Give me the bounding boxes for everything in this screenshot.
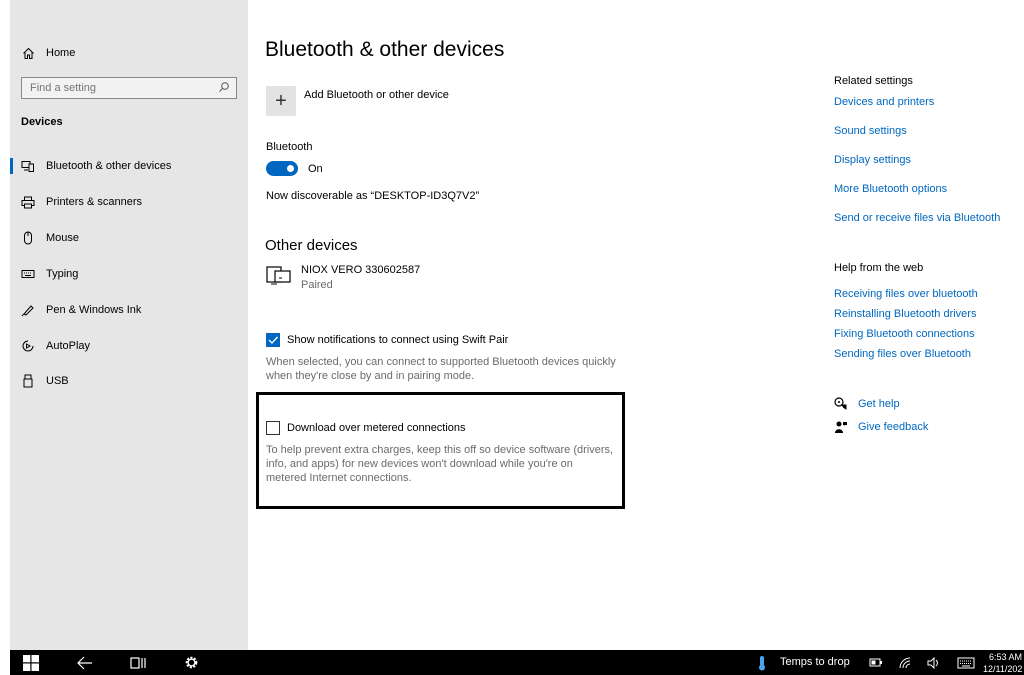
battery-icon[interactable] <box>867 650 885 675</box>
sidebar-item-pen[interactable]: Pen & Windows Ink <box>10 295 248 325</box>
help-heading: Help from the web <box>834 262 924 274</box>
home-icon <box>21 46 35 60</box>
metered-desc-line: info, and apps) for new devices won't do… <box>266 458 573 470</box>
device-name[interactable]: NIOX VERO 330602587 <box>301 264 420 276</box>
pen-icon <box>21 303 35 317</box>
sidebar-item-label: Mouse <box>46 232 80 244</box>
sidebar-item-usb[interactable]: USB <box>10 366 248 396</box>
metered-label[interactable]: Download over metered connections <box>287 422 466 434</box>
taskbar: Temps to drop 6:53 AM 12/11/202 <box>10 650 1024 675</box>
sidebar-item-mouse[interactable]: Mouse <box>10 223 248 253</box>
printer-icon <box>21 195 35 209</box>
sidebar-item-label: USB <box>46 375 69 387</box>
sidebar-item-label: Pen & Windows Ink <box>46 304 142 316</box>
link-send-receive-files[interactable]: Send or receive files via Bluetooth <box>834 212 1000 224</box>
sidebar-item-printers[interactable]: Printers & scanners <box>10 187 248 217</box>
sidebar-item-typing[interactable]: Typing <box>10 259 248 289</box>
device-icon <box>266 264 292 291</box>
home-label: Home <box>46 47 76 59</box>
sidebar-item-autoplay[interactable]: AutoPlay <box>10 331 248 361</box>
touch-keyboard-icon[interactable] <box>955 650 977 675</box>
bluetooth-toggle[interactable] <box>266 161 298 176</box>
start-windows-icon[interactable] <box>20 650 42 675</box>
sidebar-item-label: Bluetooth & other devices <box>46 160 172 172</box>
clock-time[interactable]: 6:53 AM <box>989 652 1022 662</box>
checkmark-icon <box>268 336 279 345</box>
link-devices-and-printers[interactable]: Devices and printers <box>834 96 934 108</box>
search-icon[interactable] <box>218 81 230 96</box>
swift-pair-desc-line: when they're close by and in pairing mod… <box>266 370 475 382</box>
metered-desc-line: To help prevent extra charges, keep this… <box>266 444 614 456</box>
give-feedback-link[interactable]: Give feedback <box>858 421 928 433</box>
link-receiving-files[interactable]: Receiving files over bluetooth <box>834 288 978 300</box>
sidebar-item-label: Typing <box>46 268 79 280</box>
usb-icon <box>21 374 35 388</box>
related-settings-heading: Related settings <box>834 75 913 87</box>
thermometer-icon[interactable] <box>754 650 770 675</box>
search-box[interactable] <box>21 77 237 99</box>
page-title: Bluetooth & other devices <box>265 38 505 61</box>
sidebar-item-label: AutoPlay <box>46 340 91 352</box>
weather-text[interactable]: Temps to drop <box>780 656 850 668</box>
get-help-link[interactable]: Get help <box>858 398 900 410</box>
swift-pair-label[interactable]: Show notifications to connect using Swif… <box>287 334 508 346</box>
link-sound-settings[interactable]: Sound settings <box>834 125 907 137</box>
search-input[interactable] <box>22 81 212 95</box>
window-edge <box>0 0 10 650</box>
sidebar-item-label: Printers & scanners <box>46 196 142 208</box>
device-status: Paired <box>301 279 333 291</box>
task-view-icon[interactable] <box>126 650 150 675</box>
bluetooth-label: Bluetooth <box>266 141 313 153</box>
add-device-button[interactable]: + <box>266 86 296 116</box>
metered-desc-line: metered Internet connections. <box>266 472 412 484</box>
add-device-label[interactable]: Add Bluetooth or other device <box>304 89 449 101</box>
other-devices-heading: Other devices <box>265 237 358 254</box>
link-sending-files[interactable]: Sending files over Bluetooth <box>834 348 971 360</box>
bluetooth-devices-icon <box>21 159 35 173</box>
wifi-icon[interactable] <box>897 650 915 675</box>
mouse-icon <box>21 231 35 245</box>
metered-description: To help prevent extra charges, keep this… <box>266 443 613 485</box>
swift-pair-description: When selected, you can connect to suppor… <box>266 355 616 383</box>
plus-icon: + <box>275 89 287 112</box>
link-display-settings[interactable]: Display settings <box>834 154 911 166</box>
settings-gear-icon[interactable] <box>180 650 202 675</box>
get-help-icon[interactable] <box>834 397 848 415</box>
metered-checkbox[interactable] <box>266 421 280 435</box>
swift-pair-checkbox[interactable] <box>266 333 280 347</box>
feedback-icon[interactable] <box>834 420 848 439</box>
sidebar-item-bluetooth[interactable]: Bluetooth & other devices <box>10 151 248 181</box>
volume-icon[interactable] <box>925 650 943 675</box>
devices-heading: Devices <box>21 116 63 128</box>
link-reinstalling-drivers[interactable]: Reinstalling Bluetooth drivers <box>834 308 976 320</box>
back-arrow-icon[interactable] <box>73 650 97 675</box>
autoplay-icon <box>21 339 35 353</box>
link-fixing-connections[interactable]: Fixing Bluetooth connections <box>834 328 975 340</box>
link-more-bluetooth-options[interactable]: More Bluetooth options <box>834 183 947 195</box>
settings-sidebar: Home Devices Bluetooth & other devices P… <box>10 0 248 650</box>
sidebar-item-home[interactable]: Home <box>10 38 248 68</box>
clock-date[interactable]: 12/11/202 <box>983 664 1022 674</box>
bluetooth-state: On <box>308 163 323 175</box>
keyboard-icon <box>21 267 35 281</box>
swift-pair-desc-line: When selected, you can connect to suppor… <box>266 356 616 368</box>
discoverable-text: Now discoverable as “DESKTOP-ID3Q7V2” <box>266 190 480 202</box>
